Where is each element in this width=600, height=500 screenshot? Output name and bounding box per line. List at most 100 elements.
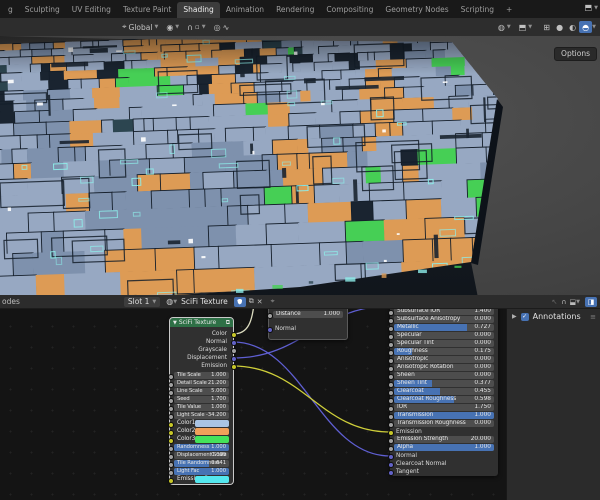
material-name-field[interactable]: SciFi Texture bbox=[181, 297, 228, 306]
socket-bsdf-in-anisotropic-rotation[interactable] bbox=[388, 365, 394, 372]
panel-drag-handle[interactable]: ≡ bbox=[590, 313, 596, 321]
bsdf-input-metallic[interactable]: Metallic 0.727 bbox=[394, 324, 494, 331]
socket-scifi-in-emission-c-[interactable] bbox=[168, 477, 174, 484]
color-swatch-emission-c-[interactable] bbox=[195, 476, 229, 483]
socket-normal-input[interactable] bbox=[267, 327, 273, 333]
workspace-tab-uv-editing[interactable]: UV Editing bbox=[66, 2, 117, 18]
workspace-tab-sculpting[interactable]: Sculpting bbox=[19, 2, 66, 18]
shading-solid-button[interactable]: ● bbox=[553, 21, 566, 33]
scifi-input-tile-scale[interactable]: Tile Scale 1.000 bbox=[174, 372, 229, 379]
socket-scifi-out-normal[interactable] bbox=[231, 340, 237, 346]
workspace-tab-rendering[interactable]: Rendering bbox=[270, 2, 320, 18]
workspace-tab-scripting[interactable]: Scripting bbox=[455, 2, 500, 18]
node-principled-bsdf[interactable]: Subsurface IOR 1.400 Subsurface Anisotropy… bbox=[388, 304, 498, 476]
material-caret[interactable]: ▼ bbox=[173, 299, 177, 305]
socket-bsdf-in-alpha[interactable] bbox=[388, 445, 394, 452]
scifi-input-seed[interactable]: Seed 1.700 bbox=[174, 396, 229, 403]
bsdf-input-sheen[interactable]: Sheen 0.000 bbox=[394, 372, 494, 379]
socket-scifi-in-tile-scale[interactable] bbox=[168, 373, 174, 380]
annotations-checkbox[interactable]: ✓ bbox=[520, 312, 529, 321]
workspace-tab-g[interactable]: g bbox=[2, 2, 19, 18]
socket-bsdf-in-clearcoat-roughness[interactable] bbox=[388, 397, 394, 404]
socket-scifi-out-grayscale[interactable] bbox=[231, 348, 237, 354]
workspace-tab--[interactable]: + bbox=[500, 2, 518, 18]
bsdf-input-emission[interactable]: Emission bbox=[396, 428, 422, 436]
color-swatch-color2[interactable] bbox=[195, 428, 229, 435]
socket-scifi-in-line-scale[interactable] bbox=[168, 389, 174, 396]
workspace-tab-texture-paint[interactable]: Texture Paint bbox=[117, 2, 177, 18]
socket-scifi-in-light-scale[interactable] bbox=[168, 413, 174, 420]
bsdf-input-tangent[interactable]: Tangent bbox=[396, 468, 419, 476]
overlays-icon[interactable]: ⬓ bbox=[570, 298, 577, 306]
proportional-editing-controls[interactable]: ◎ ∿ bbox=[214, 23, 230, 32]
bsdf-input-subsurface-anisotropy[interactable]: Subsurface Anisotropy 0.000 bbox=[394, 316, 494, 323]
scifi-input-randomness[interactable]: Randomness 1.000 bbox=[174, 444, 229, 451]
socket-bsdf-in-emission[interactable] bbox=[388, 430, 394, 436]
socket-bsdf-in-roughness[interactable] bbox=[388, 349, 394, 356]
socket-scifi-in-detail-scale[interactable] bbox=[168, 381, 174, 388]
collapse-icon[interactable]: ▼ bbox=[173, 320, 177, 326]
bsdf-input-clearcoat-roughness[interactable]: Clearcoat Roughness 0.598 bbox=[394, 396, 494, 403]
scifi-input-light-fac[interactable]: Light Fac 1.000 bbox=[174, 468, 229, 475]
scifi-input-detail-scale[interactable]: Detail Scale 21.200 bbox=[174, 380, 229, 387]
socket-bsdf-in-clearcoat-normal[interactable] bbox=[388, 462, 394, 468]
parent-node-tree-icon[interactable]: ↖ bbox=[552, 298, 558, 306]
transform-orientation-dropdown[interactable]: ⌖ Global ▼ bbox=[122, 22, 158, 32]
bsdf-input-normal[interactable]: Normal bbox=[396, 452, 417, 460]
workspace-tab-animation[interactable]: Animation bbox=[220, 2, 270, 18]
workspace-tab-compositing[interactable]: Compositing bbox=[320, 2, 379, 18]
socket-bsdf-in-metallic[interactable] bbox=[388, 325, 394, 332]
bsdf-input-alpha[interactable]: Alpha 1.000 bbox=[394, 444, 494, 451]
socket-bsdf-in-transmission[interactable] bbox=[388, 413, 394, 420]
socket-scifi-out-displacement[interactable] bbox=[231, 356, 237, 362]
annotations-panel-header[interactable]: ▶ ✓ Annotations ≡ bbox=[507, 308, 600, 325]
shading-wireframe-button[interactable]: ⊞ bbox=[540, 21, 553, 33]
scifi-input-light-scale[interactable]: Light Scale -34.200 bbox=[174, 412, 229, 419]
socket-scifi-out-color[interactable] bbox=[231, 332, 237, 338]
socket-scifi-out-emission[interactable] bbox=[231, 364, 237, 370]
socket-scifi-in-light-fac[interactable] bbox=[168, 469, 174, 476]
socket-bsdf-in-clearcoat[interactable] bbox=[388, 389, 394, 396]
bsdf-input-clearcoat-normal[interactable]: Clearcoat Normal bbox=[396, 460, 446, 468]
socket-bsdf-in-normal[interactable] bbox=[388, 454, 394, 460]
socket-bsdf-in-anisotropic[interactable] bbox=[388, 357, 394, 364]
scene-widget[interactable]: ⬒ ▼ bbox=[585, 3, 598, 12]
expand-arrow-icon[interactable]: ▶ bbox=[512, 313, 517, 320]
unlink-material-icon[interactable]: ✕ bbox=[257, 298, 263, 306]
socket-bsdf-in-sheen[interactable] bbox=[388, 373, 394, 380]
socket-scifi-in-tile-randomness[interactable] bbox=[168, 461, 174, 468]
bsdf-input-transmission[interactable]: Transmission 1.000 bbox=[394, 412, 494, 419]
socket-bsdf-in-ior[interactable] bbox=[388, 405, 394, 412]
pin-icon[interactable]: ⌖ bbox=[271, 297, 275, 306]
bsdf-input-specular-tint[interactable]: Specular Tint 0.000 bbox=[394, 340, 494, 347]
bsdf-input-transmission-roughness[interactable]: Transmission Roughness 0.000 bbox=[394, 420, 494, 427]
workspace-tab-shading[interactable]: Shading bbox=[177, 2, 220, 18]
scifi-input-tile-randomness[interactable]: Tile Randomness 0.641 bbox=[174, 460, 229, 467]
bsdf-input-roughness[interactable]: Roughness 0.175 bbox=[394, 348, 494, 355]
color-swatch-color1[interactable] bbox=[195, 420, 229, 427]
socket-scifi-in-color2[interactable] bbox=[168, 429, 174, 436]
node-editor[interactable]: Distance 1.000 Normal ▼ SciFi Texture ⧉ … bbox=[0, 295, 600, 500]
shading-material-button[interactable]: ◐ bbox=[566, 21, 579, 33]
new-material-icon[interactable]: ⧉ bbox=[249, 297, 254, 306]
nodegroup-icon[interactable]: ⧉ bbox=[226, 319, 230, 327]
socket-scifi-in-color1[interactable] bbox=[168, 421, 174, 428]
options-button[interactable]: Options bbox=[554, 47, 597, 61]
shading-rendered-button[interactable]: ◓ bbox=[579, 21, 593, 33]
socket-bsdf-in-subsurface-anisotropy[interactable] bbox=[388, 317, 394, 324]
world-preview-dropdown[interactable]: ⬒ ▼ bbox=[519, 23, 532, 32]
workspace-tab-geometry-nodes[interactable]: Geometry Nodes bbox=[379, 2, 454, 18]
socket-bsdf-in-specular[interactable] bbox=[388, 333, 394, 340]
scifi-input-displacement-scale[interactable]: Displacement Scale 0.009 bbox=[174, 452, 229, 459]
bsdf-input-anisotropic-rotation[interactable]: Anisotropic Rotation 0.000 bbox=[394, 364, 494, 371]
snapping-controls[interactable]: ∩ ▫ ▼ bbox=[187, 23, 205, 32]
node-ambient-occlusion[interactable]: Distance 1.000 Normal bbox=[267, 305, 348, 340]
socket-bsdf-in-sheen-tint[interactable] bbox=[388, 381, 394, 388]
socket-scifi-in-seed[interactable] bbox=[168, 397, 174, 404]
socket-bsdf-in-specular-tint[interactable] bbox=[388, 341, 394, 348]
color-swatch-color3[interactable] bbox=[195, 436, 229, 443]
socket-bsdf-in-tangent[interactable] bbox=[388, 470, 394, 476]
socket-scifi-in-color3[interactable] bbox=[168, 437, 174, 444]
scifi-input-emission-c-[interactable]: Emission C... bbox=[174, 476, 229, 483]
bsdf-input-clearcoat[interactable]: Clearcoat 0.455 bbox=[394, 388, 494, 395]
